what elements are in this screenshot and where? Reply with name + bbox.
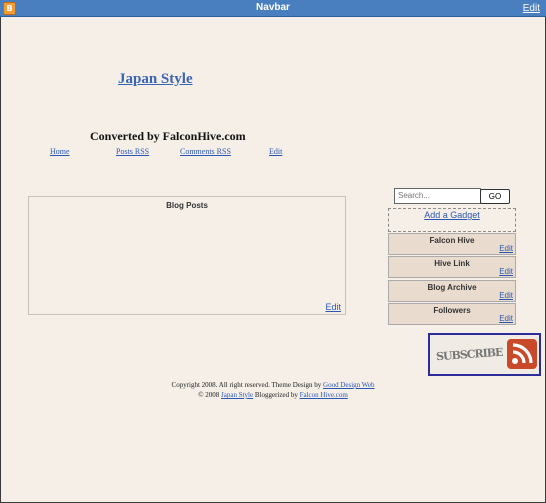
header-edit-link[interactable]: Edit bbox=[269, 147, 282, 156]
blog-title-link[interactable]: Japan Style bbox=[118, 71, 193, 88]
gadget-title: Falcon Hive bbox=[429, 236, 475, 245]
blog-posts-edit-link[interactable]: Edit bbox=[325, 302, 341, 312]
converted-by-text: Converted by FalconHive.com bbox=[90, 129, 246, 143]
navbar-title: Navbar bbox=[256, 2, 290, 13]
gadget-title: Blog Archive bbox=[427, 283, 477, 292]
search-input[interactable] bbox=[394, 188, 481, 204]
posts-rss-link[interactable]: Posts RSS bbox=[116, 147, 149, 156]
rss-icon bbox=[507, 339, 537, 369]
gadget-title: Hive Link bbox=[434, 259, 470, 268]
gadget-hive-link: Hive Link Edit bbox=[388, 256, 516, 278]
gadget-edit-link[interactable]: Edit bbox=[499, 244, 513, 253]
gadget-followers: Followers Edit bbox=[388, 303, 516, 325]
add-gadget-link[interactable]: Add a Gadget bbox=[424, 210, 480, 220]
navbar: B Navbar Edit bbox=[0, 0, 546, 17]
good-design-web-link[interactable]: Good Design Web bbox=[323, 381, 374, 389]
go-button[interactable]: GO bbox=[480, 189, 510, 204]
gadget-falcon-hive: Falcon Hive Edit bbox=[388, 233, 516, 255]
gadget-edit-link[interactable]: Edit bbox=[499, 267, 513, 276]
gadget-edit-link[interactable]: Edit bbox=[499, 314, 513, 323]
footer-line-1: Copyright 2008. All right reserved. Them… bbox=[0, 380, 546, 390]
gadget-blog-archive: Blog Archive Edit bbox=[388, 280, 516, 302]
copyright-year: © 2008 bbox=[198, 391, 220, 399]
gadget-edit-link[interactable]: Edit bbox=[499, 291, 513, 300]
add-gadget-box: Add a Gadget bbox=[388, 208, 516, 232]
navbar-edit-link[interactable]: Edit bbox=[523, 3, 540, 14]
footer-line-2: © 2008 Japan Style Bloggerized by Falcon… bbox=[0, 390, 546, 400]
copyright-text: Copyright 2008. All right reserved. Them… bbox=[171, 381, 322, 389]
footer: Copyright 2008. All right reserved. Them… bbox=[0, 380, 546, 400]
comments-rss-link[interactable]: Comments RSS bbox=[180, 147, 231, 156]
subscribe-text: SUBSCRIBE bbox=[435, 345, 503, 364]
blog-posts-section: Blog Posts Edit bbox=[28, 196, 346, 315]
bloggerized-by-text: Bloggerized by bbox=[254, 391, 298, 399]
japan-style-link[interactable]: Japan Style bbox=[221, 391, 253, 399]
falcon-hive-link[interactable]: Falcon Hive.com bbox=[300, 391, 348, 399]
gadget-title: Followers bbox=[433, 306, 471, 315]
blog-posts-title: Blog Posts bbox=[166, 201, 208, 210]
subscribe-banner[interactable]: SUBSCRIBE bbox=[428, 333, 541, 376]
home-link[interactable]: Home bbox=[50, 147, 70, 156]
